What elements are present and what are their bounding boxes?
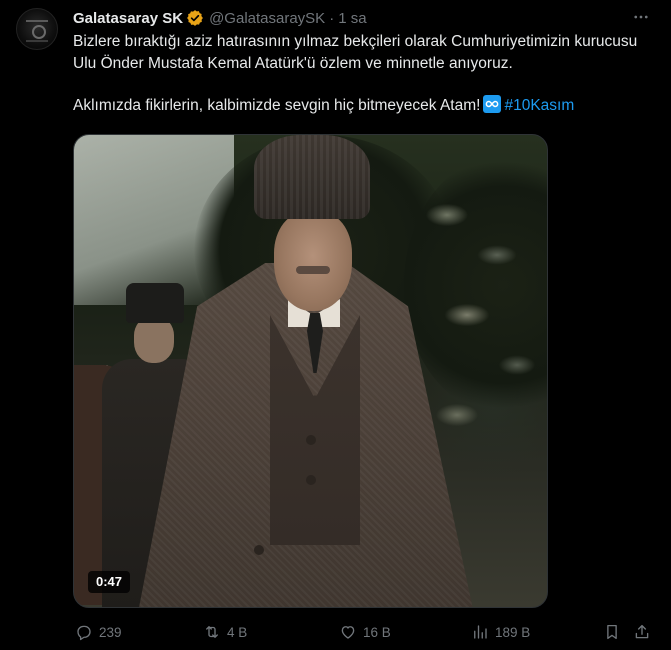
reply-count: 239 <box>99 624 122 640</box>
tweet-paragraph-2: Aklımızda fikirlerin, kalbimizde sevgin … <box>73 95 658 117</box>
tweet-header: Galatasaray SK @GalatasaraySK · 1 sa <box>73 8 367 28</box>
timestamp[interactable]: 1 sa <box>338 10 366 27</box>
tweet-paragraph-2-text: Aklımızda fikirlerin, kalbimizde sevgin … <box>73 97 481 114</box>
avatar[interactable] <box>16 8 58 50</box>
reply-button[interactable]: 239 <box>75 620 122 644</box>
photo-background-man-face <box>134 317 174 363</box>
share-icon <box>635 624 649 639</box>
like-button[interactable]: 16 B <box>339 620 391 644</box>
repost-count: 4 B <box>227 624 248 640</box>
verified-badge-icon <box>187 10 203 26</box>
display-name[interactable]: Galatasaray SK <box>73 10 183 27</box>
photo-coat-button <box>306 435 316 445</box>
photo-kalpak-hat <box>254 135 370 219</box>
views-chart-icon <box>474 625 487 639</box>
tweet-text: Bizlere bıraktığı aziz hatırasının yılma… <box>73 31 658 117</box>
bookmark-button[interactable] <box>603 620 621 644</box>
handle[interactable]: @GalatasaraySK <box>209 10 325 27</box>
club-logo-icon <box>26 20 48 42</box>
photo-coat-button <box>254 545 264 555</box>
bookmark-icon <box>607 624 617 640</box>
photo-background-man-hat <box>126 283 184 323</box>
photo-mustache <box>296 266 330 274</box>
video-duration-badge: 0:47 <box>88 571 131 593</box>
hashtag-link[interactable]: #10Kasım <box>504 97 574 114</box>
heart-icon <box>341 626 355 639</box>
view-count: 189 B <box>495 624 531 640</box>
photo-coat-button <box>306 475 316 485</box>
video-player[interactable]: 0:47 <box>73 134 548 608</box>
repost-button[interactable]: 4 B <box>203 620 247 644</box>
separator-dot: · <box>329 9 335 27</box>
more-horizontal-icon <box>634 15 648 19</box>
share-button[interactable] <box>633 620 651 644</box>
tweet-paragraph-1: Bizlere bıraktığı aziz hatırasının yılma… <box>73 33 638 72</box>
views-button[interactable]: 189 B <box>471 620 530 644</box>
repost-icon <box>206 626 218 638</box>
action-bar: 239 4 B 16 B 189 B <box>73 620 658 644</box>
reply-icon <box>77 625 91 641</box>
tweet[interactable]: Galatasaray SK @GalatasaraySK · 1 sa Biz… <box>0 0 671 650</box>
photo-face <box>274 211 352 311</box>
like-count: 16 B <box>363 624 391 640</box>
more-options-button[interactable] <box>627 6 655 28</box>
infinity-icon <box>483 95 502 113</box>
